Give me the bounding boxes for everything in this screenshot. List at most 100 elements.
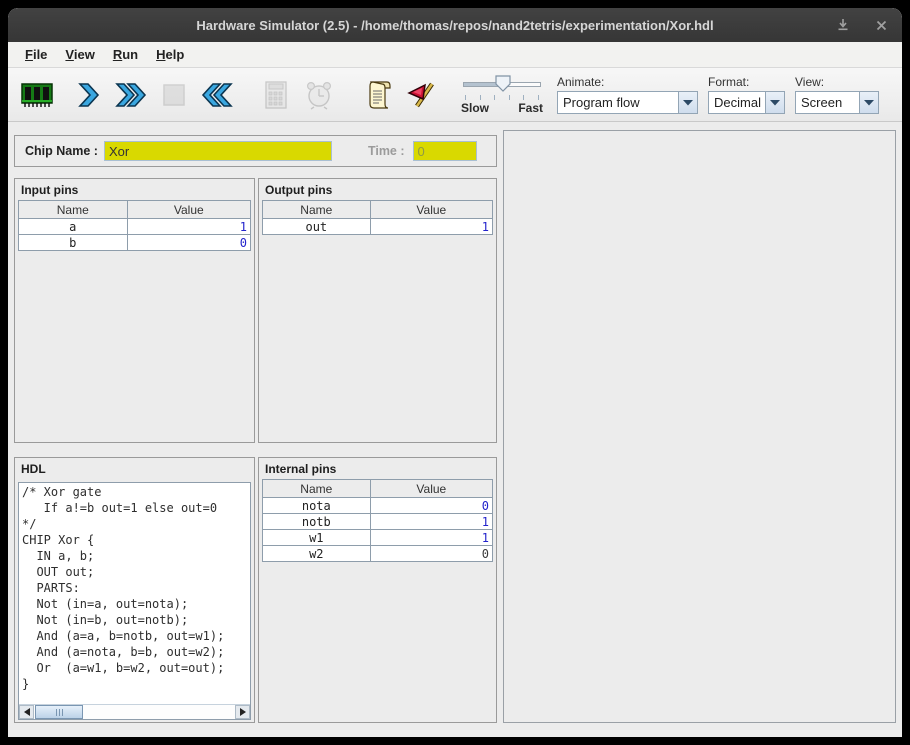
rewind-icon <box>200 81 234 109</box>
input-pins-table: Name Value a 1 b 0 <box>18 200 251 251</box>
table-row[interactable]: w2 0 <box>263 545 492 561</box>
view-dropdown-arrow-icon[interactable] <box>859 92 878 113</box>
screen-view-panel <box>503 130 896 723</box>
slider-fill <box>464 83 499 86</box>
chip-name-input[interactable] <box>104 141 332 161</box>
run-button[interactable] <box>112 76 150 114</box>
input-pins-title: Input pins <box>15 179 254 200</box>
scroll-left-icon[interactable] <box>19 705 34 719</box>
format-select[interactable]: Decimal <box>708 91 785 114</box>
animate-dropdown-arrow-icon[interactable] <box>678 92 697 113</box>
speed-slider: Slow Fast <box>461 73 543 117</box>
window-title: Hardware Simulator (2.5) - /home/thomas/… <box>196 18 713 33</box>
pin-value: 0 <box>371 498 489 513</box>
table-row[interactable]: b 0 <box>19 234 250 250</box>
hdl-viewer: /* Xor gate If a!=b out=1 else out=0 */ … <box>18 482 251 720</box>
main-content: Chip Name : Time : Input pins Name Value… <box>8 122 902 737</box>
internal-pins-table: Name Value nota 0 notb 1 w1 1 w2 0 <box>262 479 493 562</box>
breakpoints-button[interactable] <box>402 76 440 114</box>
fast-forward-icon <box>114 81 148 109</box>
view-value: Screen <box>796 92 859 113</box>
animate-label: Animate: <box>557 75 698 89</box>
view-select[interactable]: Screen <box>795 91 879 114</box>
menu-help[interactable]: Help <box>147 43 193 66</box>
pin-value: 0 <box>371 546 489 561</box>
format-label: Format: <box>708 75 785 89</box>
window-controls <box>832 8 892 42</box>
time-input <box>413 141 477 161</box>
load-chip-button[interactable] <box>18 76 56 114</box>
app-window: Hardware Simulator (2.5) - /home/thomas/… <box>8 8 902 737</box>
hdl-horizontal-scrollbar[interactable] <box>19 704 250 719</box>
table-row[interactable]: w1 1 <box>263 529 492 545</box>
table-header: Name Value <box>19 201 250 218</box>
table-row[interactable]: out 1 <box>263 218 492 234</box>
pin-name: w2 <box>263 546 370 561</box>
chip-icon <box>20 80 54 110</box>
pin-name: notb <box>263 514 370 529</box>
hdl-code: /* Xor gate If a!=b out=1 else out=0 */ … <box>19 483 250 692</box>
input-pins-panel: Input pins Name Value a 1 b 0 <box>14 178 255 443</box>
output-pins-table: Name Value out 1 <box>262 200 493 235</box>
time-label: Time : <box>368 144 405 158</box>
view-group: View: Screen <box>795 75 879 114</box>
output-pins-title: Output pins <box>259 179 496 200</box>
table-header: Name Value <box>263 480 492 497</box>
animate-group: Animate: Program flow <box>557 75 698 114</box>
step-forward-icon <box>75 81 101 109</box>
pin-value[interactable]: 1 <box>128 219 247 234</box>
stop-button <box>155 76 193 114</box>
table-row[interactable]: notb 1 <box>263 513 492 529</box>
pin-name: nota <box>263 498 370 513</box>
animate-select[interactable]: Program flow <box>557 91 698 114</box>
minimize-icon[interactable] <box>832 14 854 36</box>
view-label: View: <box>795 75 879 89</box>
pin-value[interactable]: 0 <box>128 235 247 250</box>
format-value: Decimal <box>709 92 765 113</box>
animate-value: Program flow <box>558 92 678 113</box>
pin-value: 1 <box>371 219 489 234</box>
pin-name: out <box>263 219 370 234</box>
format-group: Format: Decimal <box>708 75 785 114</box>
pin-name: b <box>19 235 127 250</box>
alarm-clock-icon <box>304 80 334 110</box>
table-header: Name Value <box>263 201 492 218</box>
chip-name-label: Chip Name : <box>25 144 98 158</box>
breakpoint-flag-icon <box>405 79 437 111</box>
table-row[interactable]: a 1 <box>19 218 250 234</box>
clock-button <box>300 76 338 114</box>
hdl-title: HDL <box>15 458 254 479</box>
slider-ticks <box>465 95 539 100</box>
slider-slow-label: Slow <box>461 101 489 115</box>
calculator-icon <box>262 80 290 110</box>
pin-name: w1 <box>263 530 370 545</box>
scrollbar-thumb[interactable] <box>35 705 83 719</box>
slider-thumb[interactable] <box>495 75 511 92</box>
pin-value: 1 <box>371 514 489 529</box>
pin-value: 1 <box>371 530 489 545</box>
output-pins-panel: Output pins Name Value out 1 <box>258 178 497 443</box>
scroll-right-icon[interactable] <box>235 705 250 719</box>
script-scroll-icon <box>363 79 393 111</box>
chip-name-bar: Chip Name : Time : <box>14 135 497 167</box>
calculator-button <box>257 76 295 114</box>
pin-name: a <box>19 219 127 234</box>
reset-button[interactable] <box>198 76 236 114</box>
menu-run[interactable]: Run <box>104 43 147 66</box>
hdl-panel: HDL /* Xor gate If a!=b out=1 else out=0… <box>14 457 255 723</box>
stop-icon <box>161 82 187 108</box>
single-step-button[interactable] <box>69 76 107 114</box>
menu-bar: File View Run Help <box>8 42 902 68</box>
table-row[interactable]: nota 0 <box>263 497 492 513</box>
menu-view[interactable]: View <box>56 43 103 66</box>
internal-pins-title: Internal pins <box>259 458 496 479</box>
view-script-button[interactable] <box>359 76 397 114</box>
menu-file[interactable]: File <box>16 43 56 66</box>
internal-pins-panel: Internal pins Name Value nota 0 notb 1 w… <box>258 457 497 723</box>
title-bar: Hardware Simulator (2.5) - /home/thomas/… <box>8 8 902 42</box>
close-icon[interactable] <box>870 14 892 36</box>
toolbar: Slow Fast Animate: Program flow Format: … <box>8 68 902 122</box>
slider-fast-label: Fast <box>518 101 543 115</box>
scrollbar-track[interactable] <box>34 705 235 719</box>
format-dropdown-arrow-icon[interactable] <box>765 92 784 113</box>
